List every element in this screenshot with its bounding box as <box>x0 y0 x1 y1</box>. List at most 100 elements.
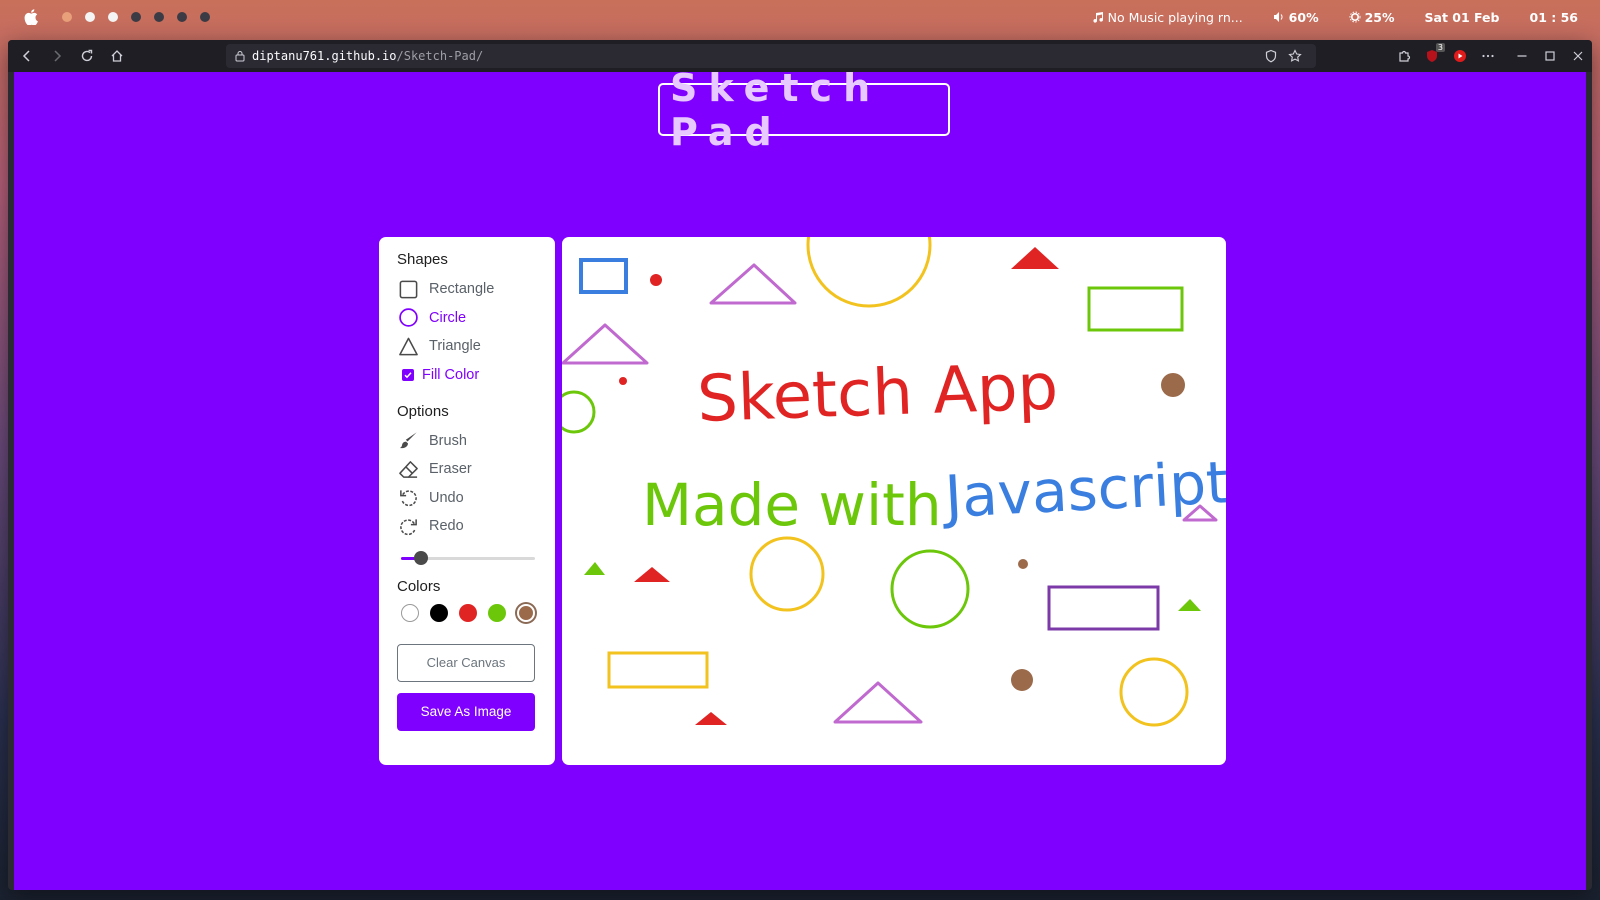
shape-label: Rectangle <box>429 281 495 298</box>
drawn-rectangle <box>1047 585 1160 631</box>
url-host: diptanu761.github.io <box>252 49 397 63</box>
eraser-icon <box>397 458 419 480</box>
tracking-protection-icon[interactable] <box>1264 49 1278 63</box>
rectangle-icon <box>397 278 419 300</box>
workspace-dot[interactable] <box>62 12 72 22</box>
close-window-button[interactable] <box>1570 48 1586 64</box>
fill-color-toggle[interactable]: Fill Color <box>397 361 537 389</box>
workspace-dot[interactable] <box>177 12 187 22</box>
brush-icon <box>397 430 419 452</box>
checkmark-icon <box>404 371 412 378</box>
more-dots-icon <box>1482 54 1494 58</box>
option-eraser[interactable]: Eraser <box>397 455 537 484</box>
color-swatch-white[interactable] <box>401 603 419 622</box>
address-bar[interactable]: diptanu761.github.io/Sketch-Pad/ <box>226 44 1316 68</box>
drawn-circle <box>890 549 970 629</box>
color-swatch-brown[interactable] <box>517 603 535 622</box>
workspace-dot[interactable] <box>154 12 164 22</box>
volume-status[interactable]: 60% <box>1273 10 1319 25</box>
triangle-icon <box>397 335 419 357</box>
option-undo[interactable]: Undo <box>397 484 537 513</box>
drawn-triangle <box>562 323 649 365</box>
workspace-dot[interactable] <box>85 12 95 22</box>
filled-triangle <box>634 567 670 582</box>
forward-button[interactable] <box>42 41 72 71</box>
drawn-rectangle <box>1087 286 1184 332</box>
slider-thumb[interactable] <box>414 550 429 565</box>
system-menubar: No Music playing rn... 60% 25% Sat 01 Fe… <box>0 0 1600 34</box>
apple-icon[interactable] <box>24 9 38 25</box>
time-text: 01 : 56 <box>1529 9 1579 25</box>
maximize-button[interactable] <box>1542 48 1558 64</box>
drawn-circle <box>562 390 596 434</box>
bookmark-star-icon[interactable] <box>1288 49 1302 63</box>
option-label: Undo <box>429 489 464 506</box>
brightness-icon <box>1349 11 1361 23</box>
filled-dot <box>1018 559 1028 569</box>
color-swatch-black[interactable] <box>430 603 448 622</box>
shape-label: Circle <box>429 309 467 326</box>
reload-icon <box>81 49 93 62</box>
drawing-canvas[interactable]: Sketch App Made with Javascript <box>562 237 1226 765</box>
workspace-dot[interactable] <box>200 12 210 22</box>
music-status[interactable]: No Music playing rn... <box>1092 10 1243 25</box>
minimize-button[interactable] <box>1514 48 1530 64</box>
minimize-icon <box>1517 55 1527 57</box>
color-palette <box>401 603 537 622</box>
workspace-dot[interactable] <box>131 12 141 22</box>
home-button[interactable] <box>102 41 132 71</box>
fill-color-label: Fill Color <box>422 366 480 383</box>
brush-size-slider[interactable] <box>401 547 535 569</box>
brightness-text: 25% <box>1364 9 1395 25</box>
colors-title: Colors <box>397 577 441 595</box>
forward-arrow-icon <box>54 50 62 62</box>
app-title-box: Sketch Pad <box>658 66 950 154</box>
option-redo[interactable]: Redo <box>397 512 537 541</box>
time-status[interactable]: 01 : 56 <box>1530 10 1579 25</box>
reload-button[interactable] <box>72 41 102 71</box>
brightness-status[interactable]: 25% <box>1349 10 1395 25</box>
shape-label: Triangle <box>429 338 481 355</box>
handwriting-made-with: Made with <box>642 471 942 539</box>
save-image-button[interactable]: Save As Image <box>397 692 535 731</box>
filled-triangle <box>584 562 605 575</box>
drawn-triangle <box>833 681 923 724</box>
color-swatch-red[interactable] <box>459 603 477 622</box>
music-text: No Music playing rn... <box>1107 9 1243 25</box>
date-text: Sat 01 Feb <box>1424 9 1500 25</box>
clear-canvas-button[interactable]: Clear Canvas <box>397 643 535 682</box>
filled-dot <box>650 274 662 286</box>
volume-text: 60% <box>1288 9 1319 25</box>
speaker-icon <box>1273 12 1283 22</box>
menu-button[interactable] <box>1480 48 1496 64</box>
handwriting-javascript: Javascript <box>940 448 1226 531</box>
url-path: /Sketch-Pad/ <box>396 49 484 63</box>
shape-circle[interactable]: Circle <box>397 304 537 333</box>
filled-triangle <box>695 712 727 725</box>
filled-dot <box>1161 373 1185 397</box>
option-brush[interactable]: Brush <box>397 427 537 456</box>
drawn-circle <box>1119 657 1189 727</box>
workspace-indicator <box>62 12 210 22</box>
option-label: Brush <box>429 432 467 449</box>
undo-icon <box>397 487 419 509</box>
filled-triangle <box>1178 599 1201 611</box>
color-swatch-green[interactable] <box>488 603 506 622</box>
date-status[interactable]: Sat 01 Feb <box>1425 10 1500 25</box>
shape-triangle[interactable]: Triangle <box>397 332 537 361</box>
youtube-extension[interactable] <box>1452 48 1468 64</box>
ublock-extension[interactable]: 3 <box>1424 43 1445 64</box>
back-arrow-icon <box>22 50 30 62</box>
circle-icon <box>397 307 419 329</box>
puzzle-icon <box>1399 50 1411 62</box>
extensions-button[interactable] <box>1396 48 1412 64</box>
fill-color-checkbox[interactable] <box>402 368 414 381</box>
shape-rectangle[interactable]: Rectangle <box>397 275 537 304</box>
app-title: Sketch Pad <box>670 65 882 154</box>
workspace-dot[interactable] <box>108 12 118 22</box>
lock-icon[interactable] <box>234 50 246 62</box>
back-button[interactable] <box>12 41 42 71</box>
shapes-title: Shapes <box>397 251 448 268</box>
close-icon <box>1573 51 1583 61</box>
filled-triangle <box>1011 247 1059 269</box>
